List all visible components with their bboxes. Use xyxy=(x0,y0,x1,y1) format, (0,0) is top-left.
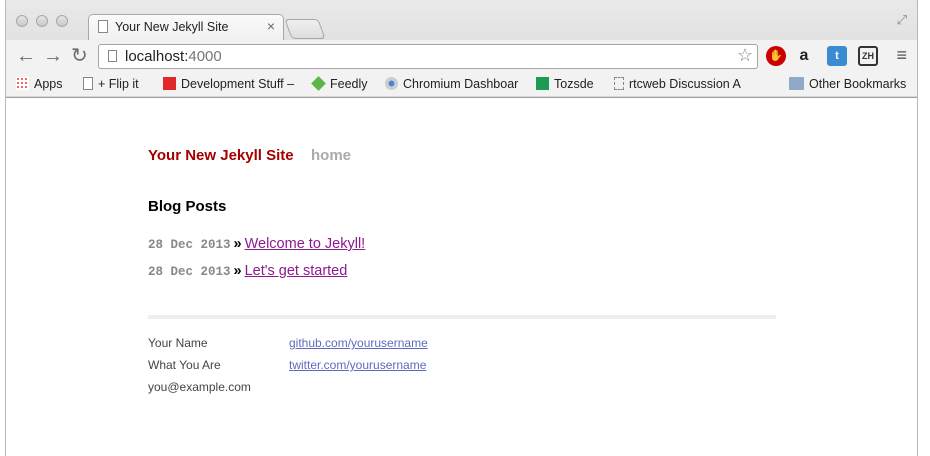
post-date: 28 Dec 2013 xyxy=(148,265,231,279)
browser-chrome: Your New Jekyll Site × ⤢ ← → ↻ localhost… xyxy=(6,0,917,98)
stop-icon[interactable]: ✋ xyxy=(766,46,786,66)
url-text: localhost:4000 xyxy=(125,48,222,65)
footer-email[interactable]: you@example.com xyxy=(148,380,251,394)
tab-active[interactable]: Your New Jekyll Site × xyxy=(88,14,284,40)
footer-name: Your Name xyxy=(148,336,208,350)
nav-home-link[interactable]: home xyxy=(311,147,351,164)
site-title-link[interactable]: Your New Jekyll Site xyxy=(148,147,294,164)
post-item: 28 Dec 2013» Let's get started xyxy=(148,263,347,279)
chromium-icon xyxy=(385,77,398,90)
github-link[interactable]: github.com/yourusername xyxy=(289,336,428,350)
bookmark-apps[interactable]: Apps xyxy=(16,77,63,91)
forward-icon[interactable]: → xyxy=(43,45,63,67)
folder-icon xyxy=(789,77,804,90)
apps-grid-icon xyxy=(16,77,29,90)
reload-icon[interactable]: ↻ xyxy=(71,45,88,67)
raquo-separator: » xyxy=(233,236,242,252)
bookmark-other-bookmarks[interactable]: Other Bookmarks xyxy=(789,77,906,91)
amazon-icon[interactable]: a xyxy=(794,46,814,66)
menu-icon[interactable]: ≡ xyxy=(896,45,907,66)
tab-title: Your New Jekyll Site xyxy=(115,20,229,34)
post-link[interactable]: Welcome to Jekyll! xyxy=(245,236,366,252)
feedly-icon xyxy=(311,76,326,91)
fullscreen-icon[interactable]: ⤢ xyxy=(897,12,907,28)
section-heading: Blog Posts xyxy=(148,198,227,215)
post-link[interactable]: Let's get started xyxy=(245,263,348,279)
twitter-link[interactable]: twitter.com/yourusername xyxy=(289,358,426,372)
toolbar: ← → ↻ localhost:4000 ☆ ✋ a t ZH ≡ xyxy=(6,40,917,74)
browser-window: Your New Jekyll Site × ⤢ ← → ↻ localhost… xyxy=(5,0,918,456)
bookmark-tozsde[interactable]: Tozsde xyxy=(536,77,594,91)
bookmark-feedly[interactable]: Feedly xyxy=(311,76,368,91)
tab-close-icon[interactable]: × xyxy=(267,18,275,34)
zh-icon[interactable]: ZH xyxy=(858,46,878,66)
raquo-separator: » xyxy=(233,263,242,279)
bookmark-flip-it[interactable]: + Flip it xyxy=(83,77,139,91)
bookmark-development-stuff[interactable]: Development Stuff – xyxy=(163,77,294,91)
bookmark-star-icon[interactable]: ☆ xyxy=(737,45,753,66)
close-window-button[interactable] xyxy=(16,15,28,27)
footer-tagline: What You Are xyxy=(148,358,221,372)
minimize-window-button[interactable] xyxy=(36,15,48,27)
bookmark-chromium-dashboard[interactable]: Chromium Dashboar xyxy=(385,77,518,91)
page-icon xyxy=(83,77,93,90)
back-icon[interactable]: ← xyxy=(16,45,36,67)
page-icon xyxy=(98,20,108,33)
post-date: 28 Dec 2013 xyxy=(148,238,231,252)
sheets-icon xyxy=(536,77,549,90)
bookmark-rtcweb-discussion[interactable]: rtcweb Discussion A xyxy=(614,77,741,91)
footer-divider xyxy=(148,315,776,319)
bookmarks-bar: Apps + Flip it Development Stuff – Feedl… xyxy=(6,74,917,96)
new-tab-button[interactable] xyxy=(284,19,326,39)
zoom-window-button[interactable] xyxy=(56,15,68,27)
document-icon xyxy=(614,77,624,90)
twitter-icon[interactable]: t xyxy=(827,46,847,66)
post-item: 28 Dec 2013» Welcome to Jekyll! xyxy=(148,236,365,252)
address-bar[interactable]: localhost:4000 ☆ xyxy=(98,44,758,69)
page-icon xyxy=(108,50,117,62)
flipboard-icon xyxy=(163,77,176,90)
